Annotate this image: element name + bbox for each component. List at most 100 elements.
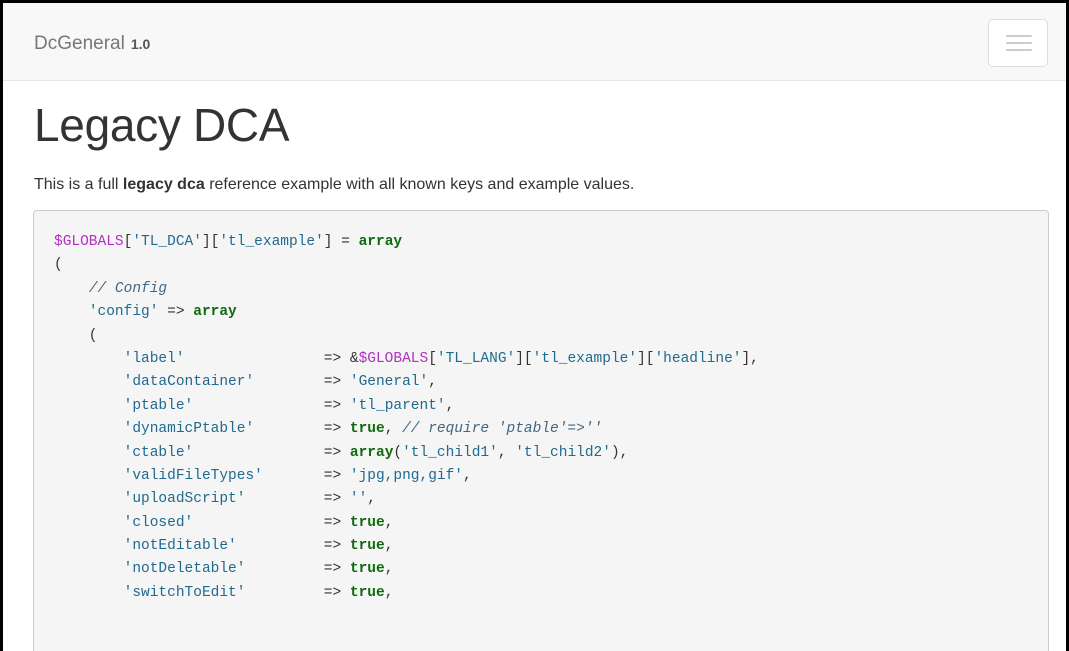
page-lead: This is a full legacy dca reference exam…: [34, 176, 634, 194]
navbar: DcGeneral 1.0: [3, 3, 1066, 81]
lead-text-before: This is a full: [34, 176, 123, 193]
menu-toggle-button[interactable]: [988, 19, 1048, 67]
code-token: ,: [384, 514, 394, 531]
code-token: $GLOBALS: [54, 234, 124, 250]
brand-name: DcGeneral: [34, 33, 125, 54]
code-token: =>: [158, 304, 194, 321]
code-line: 'switchToEdit' => true,: [54, 582, 759, 605]
code-line: // Config: [54, 278, 759, 301]
code-token: // Config: [88, 280, 168, 297]
code-token: array: [193, 304, 237, 321]
code-token: ,: [384, 421, 403, 438]
code-token: true: [349, 561, 385, 578]
code-token: ][: [201, 234, 220, 250]
code-token: 'ctable': [123, 444, 194, 461]
code-line: 'validFileTypes' => 'jpg,png,gif',: [54, 465, 759, 488]
code-token: true: [349, 538, 385, 555]
code-token: 'jpg,png,gif': [349, 467, 463, 484]
code-token: [: [428, 350, 437, 367]
code-line: 'label' => &$GLOBALS['TL_LANG']['tl_exam…: [54, 348, 759, 371]
code-token: 'TL_DCA': [132, 234, 202, 250]
code-token: (: [393, 444, 403, 461]
code-token: true: [349, 421, 385, 438]
code-token: '': [349, 491, 368, 508]
code-token: true: [349, 584, 385, 601]
code-token: // require 'ptable'=>'': [402, 421, 603, 438]
code-token: =>: [193, 444, 350, 461]
code-token: 'tl_child1': [402, 444, 498, 461]
code-token: =>: [193, 514, 350, 531]
code-token: =>: [193, 397, 350, 414]
lead-text-bold: legacy dca: [122, 176, 205, 193]
code-token: ][: [515, 350, 533, 367]
code-token: =>: [245, 584, 350, 601]
code-line: 'uploadScript' => '',: [54, 488, 759, 511]
code-token: ][: [637, 350, 655, 367]
code-token: =>: [245, 491, 350, 508]
code-token: 'tl_example': [219, 234, 324, 250]
code-token: ,: [367, 491, 376, 508]
code-line: 'dynamicPtable' => true, // require 'pta…: [54, 418, 759, 441]
code-token: ,: [497, 444, 516, 461]
code-token: (: [54, 257, 63, 274]
page-title: Legacy DCA: [34, 99, 290, 151]
code-token: =>: [254, 421, 350, 438]
code-token: array: [349, 444, 394, 461]
code-token: ,: [445, 397, 455, 414]
code-listing: $GLOBALS['TL_DCA']['tl_example'] = array…: [54, 231, 759, 605]
code-token: 'uploadScript': [123, 491, 246, 508]
code-token: 'notEditable': [123, 538, 237, 555]
code-token: ] =: [323, 234, 359, 250]
code-token: ,: [384, 538, 394, 555]
code-line: 'closed' => true,: [54, 512, 759, 535]
code-token: 'TL_LANG': [436, 350, 516, 367]
code-token: ,: [463, 467, 472, 484]
browser-viewport: DcGeneral 1.0 Legacy DCA This is a full l…: [0, 0, 1069, 651]
version-badge: 1.0: [130, 36, 151, 52]
code-line: 'ctable' => array('tl_child1', 'tl_child…: [54, 442, 759, 465]
code-line: 'notEditable' => true,: [54, 535, 759, 558]
code-token: array: [358, 234, 403, 250]
code-token: ,: [384, 561, 394, 578]
code-token: ,: [428, 374, 437, 391]
code-token: (: [54, 327, 98, 344]
brand-link[interactable]: DcGeneral 1.0: [34, 33, 150, 55]
code-token: 'tl_parent': [349, 397, 446, 414]
code-token: 'tl_example': [532, 350, 638, 367]
code-token: 'General': [349, 374, 429, 391]
code-line: (: [54, 254, 759, 277]
code-token: $GLOBALS: [358, 350, 429, 367]
code-token: ),: [610, 444, 629, 461]
code-line: 'config' => array: [54, 301, 759, 324]
code-token: ],: [741, 350, 759, 367]
code-token: 'notDeletable': [123, 561, 246, 578]
code-token: => &: [184, 350, 359, 367]
code-token: 'closed': [123, 514, 194, 531]
code-token: 'validFileTypes': [123, 467, 263, 484]
lead-text-after: reference example with all known keys an…: [204, 176, 635, 193]
code-token: ,: [384, 584, 394, 601]
code-line: 'dataContainer' => 'General',: [54, 371, 759, 394]
code-token: 'switchToEdit': [123, 584, 246, 601]
code-token: =>: [254, 374, 350, 391]
code-line: (: [54, 325, 759, 348]
code-token: 'config': [88, 304, 159, 321]
code-token: =>: [236, 538, 350, 555]
code-token: 'dynamicPtable': [123, 421, 255, 438]
code-token: true: [349, 514, 385, 531]
code-token: 'ptable': [123, 397, 194, 414]
code-line: 'ptable' => 'tl_parent',: [54, 395, 759, 418]
code-block: $GLOBALS['TL_DCA']['tl_example'] = array…: [33, 210, 1049, 651]
code-token: 'headline': [654, 350, 742, 367]
code-token: =>: [245, 561, 350, 578]
